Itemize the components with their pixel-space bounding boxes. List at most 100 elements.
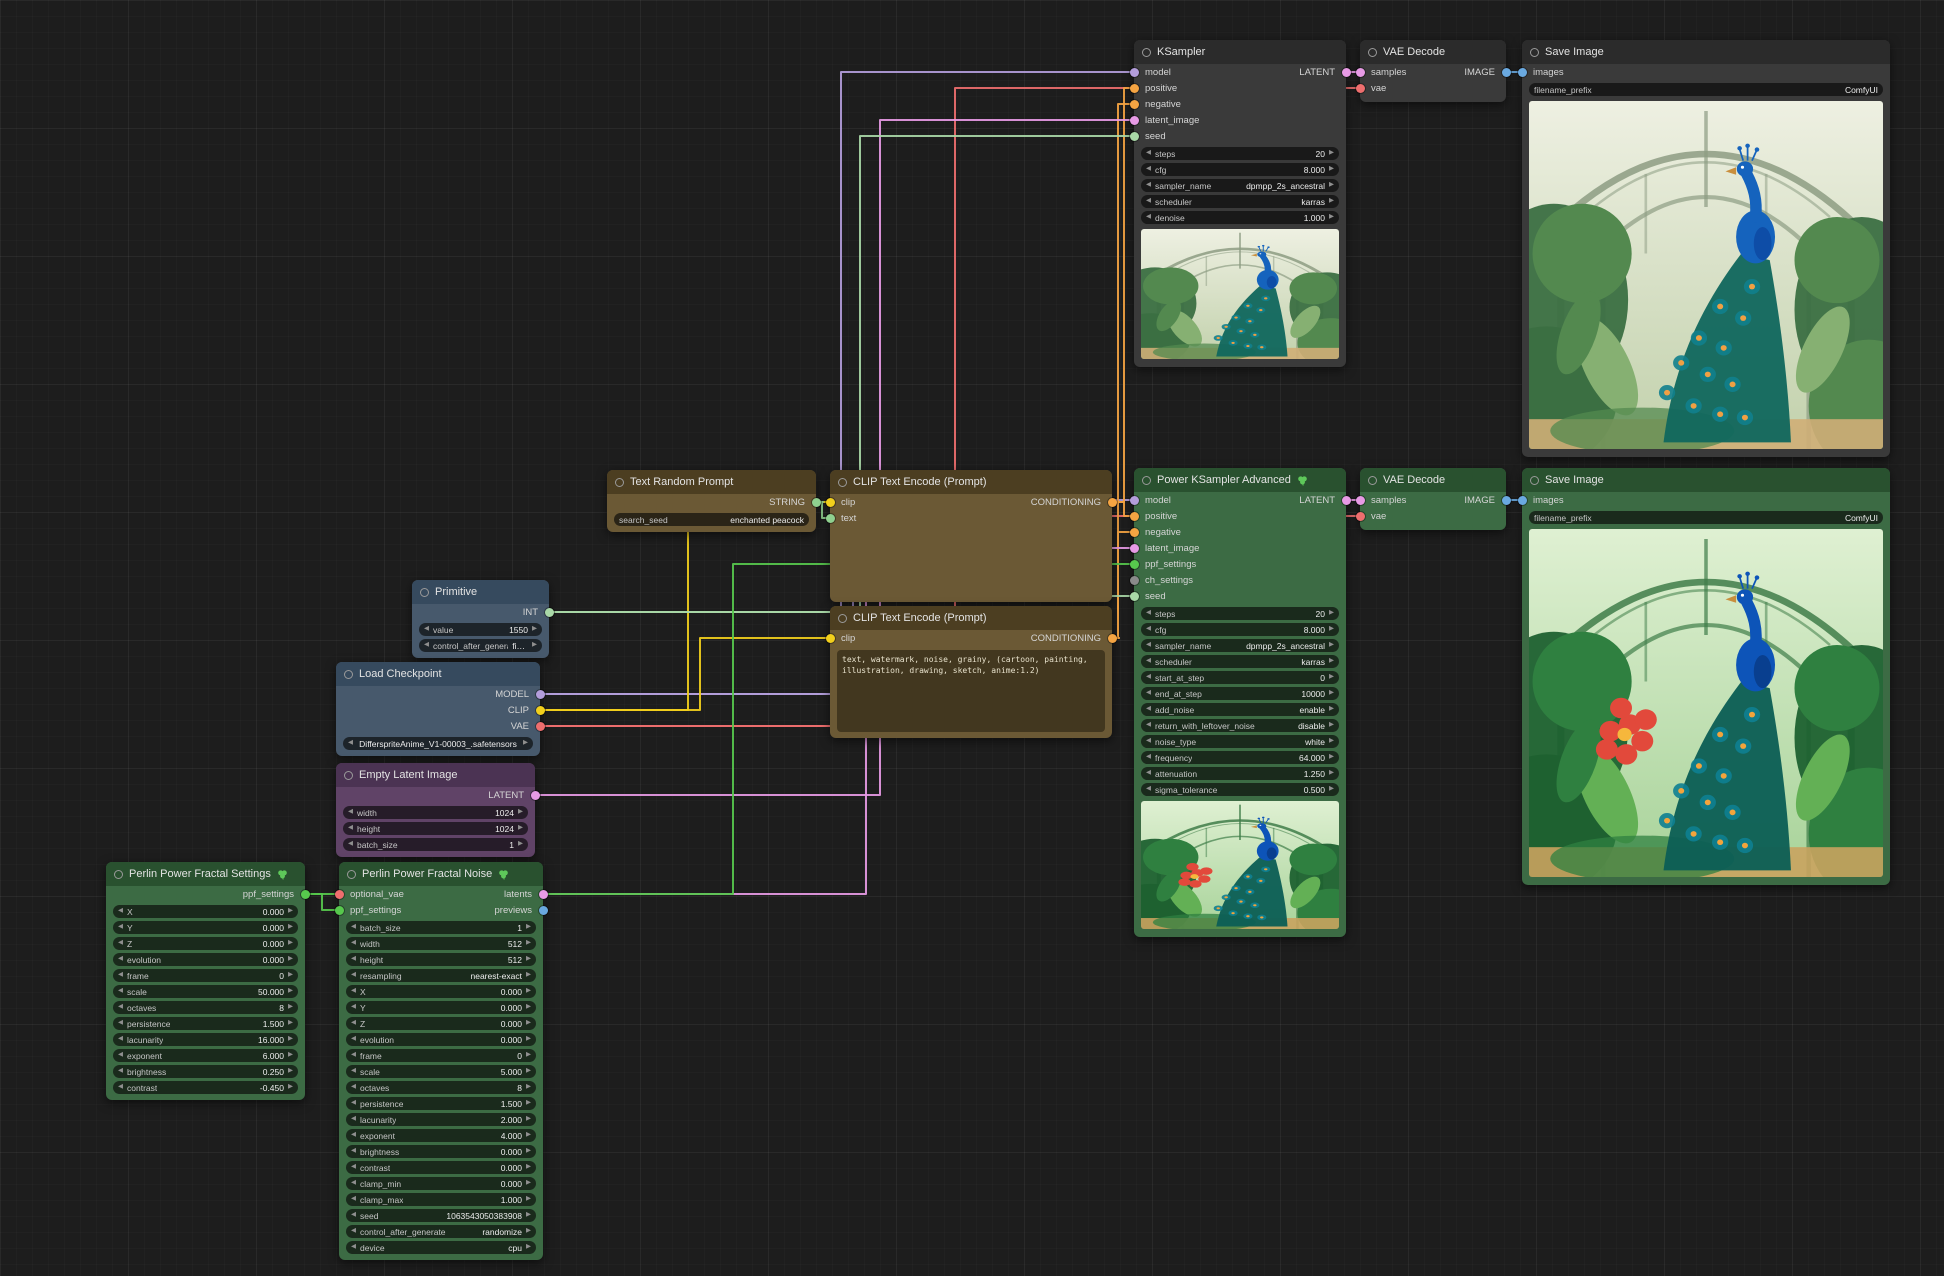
widget-resampling[interactable]: ◀resamplingnearest-exact▶ bbox=[346, 969, 536, 982]
decrement-arrow[interactable]: ◀ bbox=[351, 1068, 356, 1075]
increment-arrow[interactable]: ▶ bbox=[526, 1036, 531, 1043]
increment-arrow[interactable]: ▶ bbox=[526, 1116, 531, 1123]
widget-width[interactable]: ◀width1024▶ bbox=[343, 806, 528, 819]
node-title-bar[interactable]: CLIP Text Encode (Prompt) bbox=[830, 606, 1112, 630]
widget-value[interactable]: 4.000 bbox=[501, 1131, 522, 1141]
input-port-negative[interactable] bbox=[1130, 528, 1139, 537]
widget-value[interactable]: 8 bbox=[279, 1003, 284, 1013]
output-port-CONDITIONING[interactable] bbox=[1108, 634, 1117, 643]
widget-Z[interactable]: ◀Z0.000▶ bbox=[113, 937, 298, 950]
increment-arrow[interactable]: ▶ bbox=[1329, 182, 1334, 189]
widget-value[interactable]: 1.500 bbox=[263, 1019, 284, 1029]
decrement-arrow[interactable]: ◀ bbox=[1146, 166, 1151, 173]
output-port-LATENT[interactable] bbox=[531, 791, 540, 800]
decrement-arrow[interactable]: ◀ bbox=[351, 972, 356, 979]
collapse-dot[interactable] bbox=[420, 588, 429, 597]
increment-arrow[interactable]: ▶ bbox=[1329, 754, 1334, 761]
output-port-IMAGE[interactable] bbox=[1502, 496, 1511, 505]
widget-height[interactable]: ◀height512▶ bbox=[346, 953, 536, 966]
increment-arrow[interactable]: ▶ bbox=[1329, 214, 1334, 221]
input-port-seed[interactable] bbox=[1130, 592, 1139, 601]
decrement-arrow[interactable]: ◀ bbox=[118, 1004, 123, 1011]
widget-value[interactable]: nearest-exact bbox=[471, 971, 523, 981]
decrement-arrow[interactable]: ◀ bbox=[351, 1020, 356, 1027]
input-port-vae[interactable] bbox=[1356, 512, 1365, 521]
decrement-arrow[interactable]: ◀ bbox=[351, 1004, 356, 1011]
widget-value[interactable]: -0.450 bbox=[260, 1083, 284, 1093]
node-title-bar[interactable]: Save Image bbox=[1522, 468, 1890, 492]
increment-arrow[interactable]: ▶ bbox=[1329, 674, 1334, 681]
widget-Z[interactable]: ◀Z0.000▶ bbox=[346, 1017, 536, 1030]
widget-value[interactable]: DifferspriteAnime_V1-00003_.safetensors bbox=[359, 739, 517, 749]
increment-arrow[interactable]: ▶ bbox=[526, 1132, 531, 1139]
widget-value[interactable]: 1063543050383908 bbox=[446, 1211, 522, 1221]
node-empty-latent[interactable]: Empty Latent ImageLATENT◀width1024▶◀heig… bbox=[336, 763, 535, 857]
increment-arrow[interactable]: ▶ bbox=[1329, 770, 1334, 777]
widget-value[interactable]: cpu bbox=[508, 1243, 522, 1253]
widget-end-at-step[interactable]: ◀end_at_step10000▶ bbox=[1141, 687, 1339, 700]
decrement-arrow[interactable]: ◀ bbox=[351, 1196, 356, 1203]
increment-arrow[interactable]: ▶ bbox=[526, 1228, 531, 1235]
widget-scale[interactable]: ◀scale50.000▶ bbox=[113, 985, 298, 998]
decrement-arrow[interactable]: ◀ bbox=[118, 1068, 123, 1075]
widget-value[interactable]: 0.000 bbox=[263, 955, 284, 965]
widget-contrast[interactable]: ◀contrast-0.450▶ bbox=[113, 1081, 298, 1094]
widget-value[interactable]: 512 bbox=[508, 955, 522, 965]
widget-value[interactable]: white bbox=[1305, 737, 1325, 747]
widget-value[interactable]: 0.250 bbox=[263, 1067, 284, 1077]
decrement-arrow[interactable]: ◀ bbox=[351, 1244, 356, 1251]
decrement-arrow[interactable]: ◀ bbox=[348, 825, 353, 832]
node-title-bar[interactable]: KSampler bbox=[1134, 40, 1346, 64]
decrement-arrow[interactable]: ◀ bbox=[118, 956, 123, 963]
widget-value[interactable]: 10000 bbox=[1301, 689, 1325, 699]
decrement-arrow[interactable]: ◀ bbox=[1146, 150, 1151, 157]
decrement-arrow[interactable]: ◀ bbox=[351, 1212, 356, 1219]
widget-value[interactable]: ComfyUI bbox=[1845, 85, 1878, 95]
collapse-dot[interactable] bbox=[344, 771, 353, 780]
widget-value[interactable]: fixed bbox=[512, 641, 528, 651]
increment-arrow[interactable]: ▶ bbox=[1329, 690, 1334, 697]
widget-value[interactable]: ◀value1550▶ bbox=[419, 623, 542, 636]
widget-persistence[interactable]: ◀persistence1.500▶ bbox=[113, 1017, 298, 1030]
increment-arrow[interactable]: ▶ bbox=[1329, 786, 1334, 793]
output-port-LATENT[interactable] bbox=[1342, 496, 1351, 505]
increment-arrow[interactable]: ▶ bbox=[518, 841, 523, 848]
decrement-arrow[interactable]: ◀ bbox=[351, 1084, 356, 1091]
input-port-clip[interactable] bbox=[826, 634, 835, 643]
widget-value[interactable]: 0.000 bbox=[263, 923, 284, 933]
increment-arrow[interactable]: ▶ bbox=[288, 924, 293, 931]
increment-arrow[interactable]: ▶ bbox=[288, 908, 293, 915]
widget-Y[interactable]: ◀Y0.000▶ bbox=[346, 1001, 536, 1014]
increment-arrow[interactable]: ▶ bbox=[1329, 166, 1334, 173]
node-vae-decode-2[interactable]: VAE DecodesamplesIMAGEvae bbox=[1360, 468, 1506, 530]
node-load-checkpoint[interactable]: Load CheckpointMODELCLIPVAE◀Differsprite… bbox=[336, 662, 540, 756]
increment-arrow[interactable]: ▶ bbox=[523, 740, 528, 747]
increment-arrow[interactable]: ▶ bbox=[526, 924, 531, 931]
increment-arrow[interactable]: ▶ bbox=[1329, 722, 1334, 729]
increment-arrow[interactable]: ▶ bbox=[288, 1068, 293, 1075]
input-port-positive[interactable] bbox=[1130, 512, 1139, 521]
decrement-arrow[interactable]: ◀ bbox=[1146, 706, 1151, 713]
widget-filename-prefix[interactable]: filename_prefixComfyUI bbox=[1529, 83, 1883, 96]
node-vae-decode-1[interactable]: VAE DecodesamplesIMAGEvae bbox=[1360, 40, 1506, 102]
widget-control-after-generate[interactable]: ◀control_after_generatefixed▶ bbox=[419, 639, 542, 652]
increment-arrow[interactable]: ▶ bbox=[526, 1068, 531, 1075]
decrement-arrow[interactable]: ◀ bbox=[351, 1228, 356, 1235]
node-canvas[interactable]: KSamplermodelLATENTpositivenegativelaten… bbox=[0, 0, 1944, 1276]
collapse-dot[interactable] bbox=[1142, 48, 1151, 57]
increment-arrow[interactable]: ▶ bbox=[526, 1212, 531, 1219]
node-power-ksampler[interactable]: Power KSampler AdvancedmodelLATENTpositi… bbox=[1134, 468, 1346, 937]
input-port-clip[interactable] bbox=[826, 498, 835, 507]
decrement-arrow[interactable]: ◀ bbox=[351, 924, 356, 931]
decrement-arrow[interactable]: ◀ bbox=[351, 956, 356, 963]
widget-frequency[interactable]: ◀frequency64.000▶ bbox=[1141, 751, 1339, 764]
increment-arrow[interactable]: ▶ bbox=[526, 1052, 531, 1059]
input-port-negative[interactable] bbox=[1130, 100, 1139, 109]
widget-batch-size[interactable]: ◀batch_size1▶ bbox=[346, 921, 536, 934]
decrement-arrow[interactable]: ◀ bbox=[1146, 642, 1151, 649]
increment-arrow[interactable]: ▶ bbox=[526, 1100, 531, 1107]
node-title-bar[interactable]: Power KSampler Advanced bbox=[1134, 468, 1346, 492]
input-port-model[interactable] bbox=[1130, 68, 1139, 77]
widget-value[interactable]: karras bbox=[1301, 657, 1325, 667]
widget-scheduler[interactable]: ◀schedulerkarras▶ bbox=[1141, 655, 1339, 668]
